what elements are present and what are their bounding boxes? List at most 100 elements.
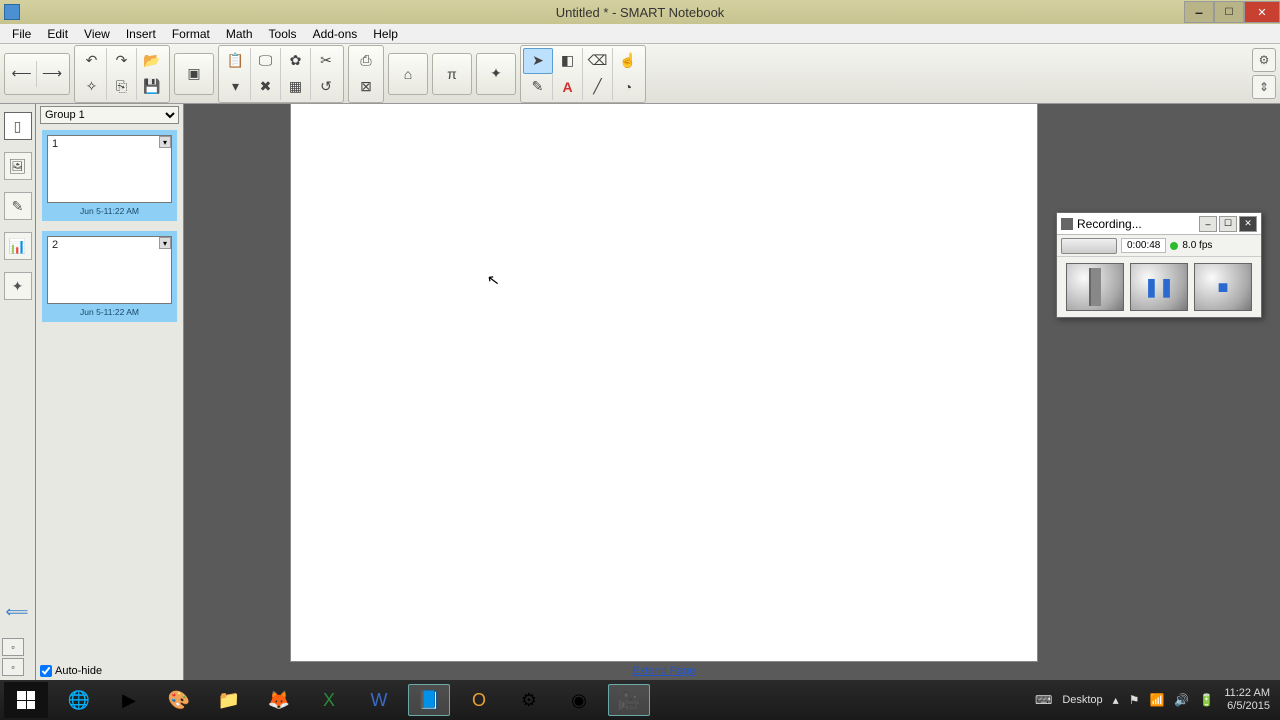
taskbar-notebook-icon[interactable]: 📘 <box>408 684 450 716</box>
taskbar-paint-icon[interactable]: 🎨 <box>158 684 200 716</box>
side-option-2[interactable]: ▫ <box>2 658 24 676</box>
menu-help[interactable]: Help <box>365 25 406 43</box>
side-option-1[interactable]: ▫ <box>2 638 24 656</box>
lines-tool[interactable]: ╱ <box>583 74 613 100</box>
recorder-time: 0:00:48 <box>1121 238 1166 253</box>
menu-tools[interactable]: Tools <box>261 25 305 43</box>
eraser-tool[interactable]: ⌫ <box>583 48 613 74</box>
recorder-titlebar[interactable]: Recording... – ☐ ✕ <box>1057 213 1261 235</box>
screen-capture-button[interactable]: 🖵 <box>251 48 281 74</box>
taskbar-ie-icon[interactable]: 🌐 <box>58 684 100 716</box>
extend-page-link[interactable]: Extend Page <box>633 665 696 677</box>
close-button[interactable] <box>1244 1 1280 23</box>
tray-flag-icon[interactable]: ⚑ <box>1129 693 1140 707</box>
properties-button[interactable]: ⚙ <box>1252 48 1276 72</box>
attachments-tab[interactable]: ✎ <box>4 192 32 220</box>
prev-page-button[interactable]: ⟵ <box>7 61 37 87</box>
menu-insert[interactable]: Insert <box>118 25 164 43</box>
taskbar-media-icon[interactable]: ▶ <box>108 684 150 716</box>
cut-button[interactable]: ✖ <box>251 74 281 100</box>
taskbar-recorder-icon[interactable]: 🎥 <box>608 684 650 716</box>
addons-tab[interactable]: ✦ <box>4 272 32 300</box>
shapes-tool[interactable]: ◧ <box>553 48 583 74</box>
minimize-button[interactable] <box>1184 1 1214 23</box>
table-button[interactable]: ▦ <box>281 74 311 100</box>
page-canvas[interactable]: ↖ <box>290 104 1038 662</box>
menu-math[interactable]: Math <box>218 25 261 43</box>
taskbar-excel-icon[interactable]: X <box>308 684 350 716</box>
gallery-tab[interactable]: 🖼 <box>4 152 32 180</box>
recorder-title: Recording... <box>1077 217 1142 231</box>
regular-poly-tool[interactable]: ◔ <box>613 74 643 100</box>
start-button[interactable] <box>4 682 48 718</box>
open-button[interactable]: 📂 <box>137 48 167 74</box>
delete-button[interactable]: ⊠ <box>351 74 381 100</box>
battery-icon[interactable]: 🔋 <box>1199 693 1214 707</box>
taskbar-app1-icon[interactable]: ⚙ <box>508 684 550 716</box>
taskbar-explorer-icon[interactable]: 📁 <box>208 684 250 716</box>
taskbar-firefox-icon[interactable]: 🦊 <box>258 684 300 716</box>
recorder-menu-button[interactable] <box>1061 238 1117 254</box>
text-tool[interactable]: A <box>553 74 583 100</box>
taskbar-app2-icon[interactable]: ◉ <box>558 684 600 716</box>
fill-tool[interactable]: ☝ <box>613 48 643 74</box>
recorder-pause-button[interactable]: ❚❚ <box>1130 263 1188 311</box>
recording-status-icon <box>1170 242 1178 250</box>
system-tray: ⌨ Desktop ▴ ⚑ 📶 🔊 🔋 11:22 AM 6/5/2015 <box>1035 687 1276 713</box>
addons-button[interactable]: ✦ <box>479 61 513 87</box>
next-page-button[interactable]: ⟶ <box>37 61 67 87</box>
group-select[interactable]: Group 1 <box>40 106 179 124</box>
redo-button[interactable]: ↷ <box>107 48 137 74</box>
taskbar-outlook-icon[interactable]: O <box>458 684 500 716</box>
taskbar-word-icon[interactable]: W <box>358 684 400 716</box>
undo-button[interactable]: ↶ <box>77 48 107 74</box>
new-page-button[interactable]: ✧ <box>77 74 107 100</box>
screen-shade-button[interactable]: ▣ <box>177 61 211 87</box>
menu-view[interactable]: View <box>76 25 118 43</box>
autohide-checkbox[interactable]: Auto-hide <box>40 665 102 677</box>
recorder-close-button[interactable]: ✕ <box>1239 216 1257 232</box>
page-sorter-tab[interactable]: ▯ <box>4 112 32 140</box>
recorder-record-button[interactable] <box>1066 263 1124 311</box>
menu-edit[interactable]: Edit <box>39 25 76 43</box>
capture-button[interactable]: ▾ <box>221 74 251 100</box>
page-number: 1 <box>52 138 58 150</box>
page-menu-icon[interactable]: ▾ <box>159 136 171 148</box>
windows-logo-icon <box>17 691 35 709</box>
menu-addons[interactable]: Add-ons <box>305 25 366 43</box>
menu-format[interactable]: Format <box>164 25 218 43</box>
taskbar-clock[interactable]: 11:22 AM 6/5/2015 <box>1224 687 1270 713</box>
recorder-stop-button[interactable]: ■ <box>1194 263 1252 311</box>
reset-button[interactable]: ✂ <box>311 48 341 74</box>
page-thumbnail-2[interactable]: 2 ▾ Jun 5-11:22 AM <box>42 231 177 322</box>
maximize-button[interactable] <box>1214 1 1244 23</box>
window-title: Untitled * - SMART Notebook <box>556 5 725 20</box>
menu-file[interactable]: File <box>4 25 39 43</box>
reset-page-button[interactable]: ↺ <box>311 74 341 100</box>
move-toolbar-button[interactable]: ⇕ <box>1252 75 1276 99</box>
properties-tab[interactable]: 📊 <box>4 232 32 260</box>
recorder-minimize-button[interactable]: – <box>1199 216 1217 232</box>
volume-icon[interactable]: 🔊 <box>1174 693 1189 707</box>
desktop-label[interactable]: Desktop <box>1062 694 1102 706</box>
doc-camera-button[interactable]: ✿ <box>281 48 311 74</box>
keyboard-icon[interactable]: ⌨ <box>1035 693 1052 707</box>
save-button[interactable]: 💾 <box>137 74 167 100</box>
recorder-status-bar: 0:00:48 8.0 fps <box>1057 235 1261 257</box>
autohide-input[interactable] <box>40 665 52 677</box>
collapse-arrow-icon[interactable]: ⟸ <box>6 602 30 620</box>
paste-button[interactable]: 📋 <box>221 48 251 74</box>
delete-page-button[interactable]: ⎘ <box>107 74 137 100</box>
response-button[interactable]: ⌂ <box>391 61 425 87</box>
math-button[interactable]: π <box>435 61 469 87</box>
page-thumbnail-1[interactable]: 1 ▾ Jun 5-11:22 AM <box>42 130 177 221</box>
pens-tool[interactable]: ✎ <box>523 74 553 100</box>
network-icon[interactable]: 📶 <box>1149 693 1164 707</box>
insert-button[interactable]: ⎙ <box>351 48 381 74</box>
recorder-maximize-button[interactable]: ☐ <box>1219 216 1237 232</box>
tray-up-icon[interactable]: ▴ <box>1113 693 1119 707</box>
recorder-window[interactable]: Recording... – ☐ ✕ 0:00:48 8.0 fps ❚❚ ■ <box>1056 212 1262 318</box>
select-tool[interactable]: ➤ <box>523 48 553 74</box>
page-menu-icon[interactable]: ▾ <box>159 237 171 249</box>
page-timestamp: Jun 5-11:22 AM <box>45 306 174 319</box>
